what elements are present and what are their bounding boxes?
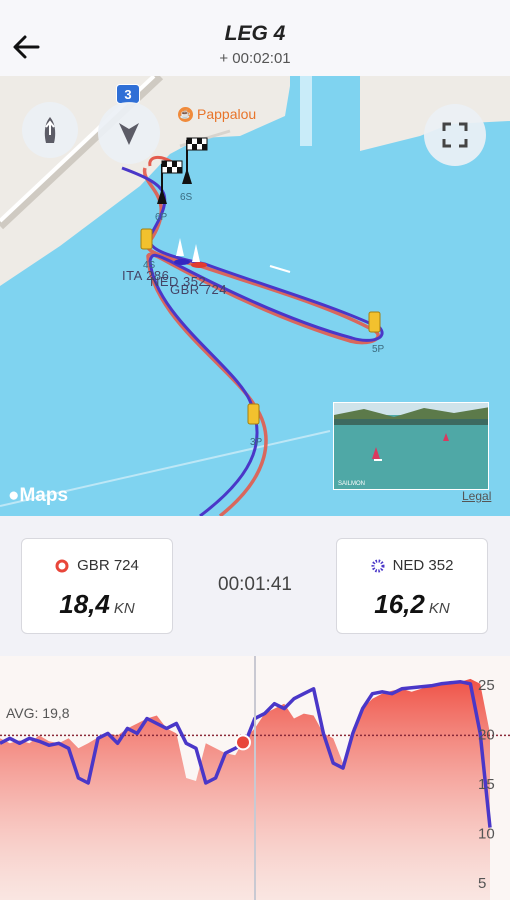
header-bar: LEG 4 + 00:02:01 <box>0 0 510 76</box>
compass-arrow-icon <box>119 123 139 145</box>
poi-name: Pappalou <box>197 106 257 122</box>
speed-unit: KN <box>113 600 135 617</box>
mark-label: 5P <box>372 344 385 355</box>
cafe-icon: ☕ <box>178 106 193 122</box>
north-up-button[interactable] <box>22 102 78 158</box>
boat-speed-value: 18,4 <box>59 589 110 619</box>
blue-dotted-ring-icon <box>371 559 385 572</box>
boat-speed-card-right[interactable]: NED 352 16,2 KN <box>336 538 488 634</box>
speed-unit: KN <box>428 600 450 617</box>
boat-speed-card-left[interactable]: GBR 724 18,4 KN <box>21 538 173 634</box>
speed-chart-svg: 25 20 15 10 5 AVG: 19,8 <box>0 656 510 900</box>
page-title: LEG 4 <box>224 22 286 45</box>
boat-name: GBR 724 <box>77 557 139 574</box>
fullscreen-button[interactable] <box>424 104 486 166</box>
y-tick-label: 15 <box>478 776 495 793</box>
speed-comparison-panel: GBR 724 18,4 KN 00:01:41 NED 352 16,2 KN <box>0 516 510 656</box>
y-tick-label: 25 <box>478 677 495 694</box>
y-tick-label: 20 <box>478 726 495 743</box>
poi-label[interactable]: ☕ Pappalou <box>178 106 256 122</box>
video-thumbnail[interactable]: SAILMON <box>333 402 489 490</box>
mark-label: 6S <box>180 192 193 203</box>
boat-label: GBR 724 <box>170 282 227 297</box>
boat-speed-value: 16,2 <box>374 589 425 619</box>
leg-time-offset: + 00:02:01 <box>219 50 291 67</box>
compass-button[interactable] <box>98 102 160 164</box>
y-tick-label: 10 <box>478 826 495 843</box>
boat-name: NED 352 <box>392 557 454 574</box>
video-frame-image: SAILMON <box>334 403 488 489</box>
cursor-point <box>235 734 251 751</box>
elapsed-time: 00:01:41 <box>218 574 292 595</box>
mark-label: 3P <box>250 437 263 448</box>
legal-link[interactable]: Legal <box>462 489 491 503</box>
mark-label: 6P <box>155 212 168 223</box>
red-ring-icon <box>55 559 69 572</box>
speed-chart[interactable]: 25 20 15 10 5 AVG: 19,8 <box>0 656 510 900</box>
video-watermark: SAILMON <box>338 481 365 487</box>
average-label: AVG: 19,8 <box>6 705 70 721</box>
series-area-gbr724 <box>0 678 490 900</box>
apple-logo-icon: ● <box>8 485 20 506</box>
boat-heading-icon <box>44 117 56 143</box>
fullscreen-icon <box>442 122 468 148</box>
maps-attribution: ●Maps <box>8 485 69 506</box>
road-number-badge: 3 <box>116 84 140 104</box>
race-map[interactable]: 3 ☕ Pappalou 6P 6S 4S 5P 3P ITA 286 NED … <box>0 76 510 516</box>
y-tick-label: 5 <box>478 875 486 892</box>
